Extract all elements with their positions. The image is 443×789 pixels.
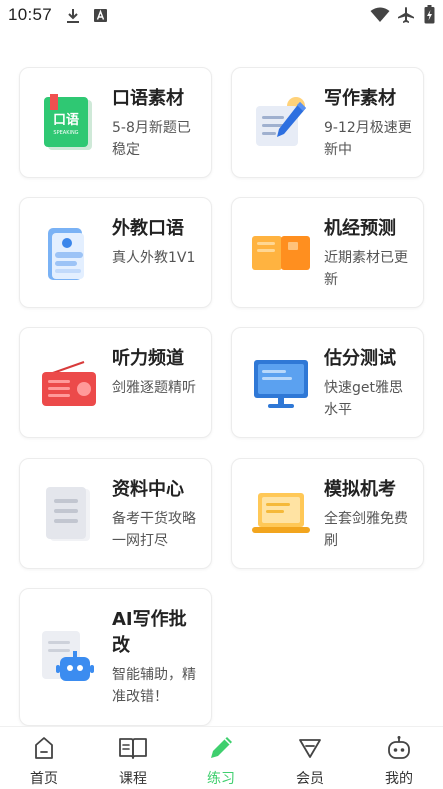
card-title: 听力频道 <box>112 348 184 369</box>
card-title: 模拟机考 <box>324 479 396 500</box>
nav-courses[interactable]: 课程 <box>89 727 177 789</box>
battery-charging-icon <box>424 5 435 24</box>
card-description: 全套剑雅免费刷 <box>324 511 408 549</box>
ai-robot-icon <box>42 631 94 681</box>
card-title: 机经预测 <box>324 218 396 239</box>
course-book-icon <box>119 738 147 759</box>
card-foreign-teacher[interactable]: 外教口语 真人外教1V1 <box>19 197 212 308</box>
bottom-navigation: 首页 课程 练习 会员 我的 <box>0 726 443 789</box>
open-book-icon <box>252 236 310 270</box>
nav-profile[interactable]: 我的 <box>355 727 443 789</box>
nav-label: 首页 <box>30 771 58 787</box>
card-ai-writing-correction[interactable]: AI写作批改 智能辅助，精准改错！ <box>19 588 212 726</box>
card-description: 近期素材已更新 <box>324 250 408 288</box>
monitor-icon <box>254 360 308 408</box>
airplane-icon <box>398 7 414 23</box>
card-title: 估分测试 <box>324 348 396 369</box>
nav-label: 课程 <box>119 771 147 787</box>
badge-subtitle: SPEAKING <box>53 130 78 136</box>
document-icon <box>46 487 90 541</box>
nav-label: 会员 <box>296 771 324 787</box>
card-mock-exam[interactable]: 模拟机考 全套剑雅免费刷 <box>231 458 424 569</box>
nav-label: 练习 <box>207 771 235 787</box>
card-listening-channel[interactable]: 听力频道 剑雅逐题精听 <box>19 327 212 438</box>
practice-pen-icon <box>211 737 232 758</box>
card-title: AI写作批改 <box>112 609 187 656</box>
card-description: 5-8月新题已稳定 <box>112 120 191 158</box>
laptop-icon <box>252 493 310 533</box>
member-diamond-icon <box>299 739 321 758</box>
badge-title: 口语 <box>53 113 79 128</box>
card-resource-center[interactable]: 资料中心 备考干货攻略一网打尽 <box>19 458 212 569</box>
status-time: 10:57 <box>8 5 53 24</box>
card-description: 真人外教1V1 <box>112 250 196 266</box>
nav-membership[interactable]: 会员 <box>266 727 354 789</box>
radio-icon <box>42 361 96 406</box>
nav-practice[interactable]: 练习 <box>177 727 265 789</box>
speaking-book-icon: 口语 SPEAKING <box>44 94 92 150</box>
card-score-test[interactable]: 估分测试 快速get雅思水平 <box>231 327 424 438</box>
keyboard-a-icon <box>94 9 107 22</box>
phone-tutor-icon <box>48 228 84 280</box>
card-description: 快速get雅思水平 <box>324 380 403 418</box>
status-bar: 10:57 <box>0 0 443 32</box>
card-exam-prediction[interactable]: 机经预测 近期素材已更新 <box>231 197 424 308</box>
card-writing-material[interactable]: 写作素材 9-12月极速更新中 <box>231 67 424 178</box>
home-icon <box>35 737 53 759</box>
nav-label: 我的 <box>385 771 413 787</box>
profile-robot-icon <box>388 736 410 759</box>
writing-pen-icon <box>256 97 306 146</box>
card-description: 智能辅助，精准改错！ <box>112 667 196 705</box>
card-title: 口语素材 <box>112 88 184 109</box>
card-description: 剑雅逐题精听 <box>112 380 196 396</box>
nav-home[interactable]: 首页 <box>0 727 88 789</box>
card-title: 写作素材 <box>324 88 396 109</box>
card-description: 备考干货攻略一网打尽 <box>112 511 196 549</box>
download-icon <box>67 9 79 23</box>
card-title: 外教口语 <box>112 218 184 239</box>
card-description: 9-12月极速更新中 <box>324 120 412 158</box>
card-speaking-material[interactable]: 口语 SPEAKING 口语素材 5-8月新题已稳定 <box>19 67 212 178</box>
card-title: 资料中心 <box>112 479 184 500</box>
wifi-icon <box>370 7 390 22</box>
